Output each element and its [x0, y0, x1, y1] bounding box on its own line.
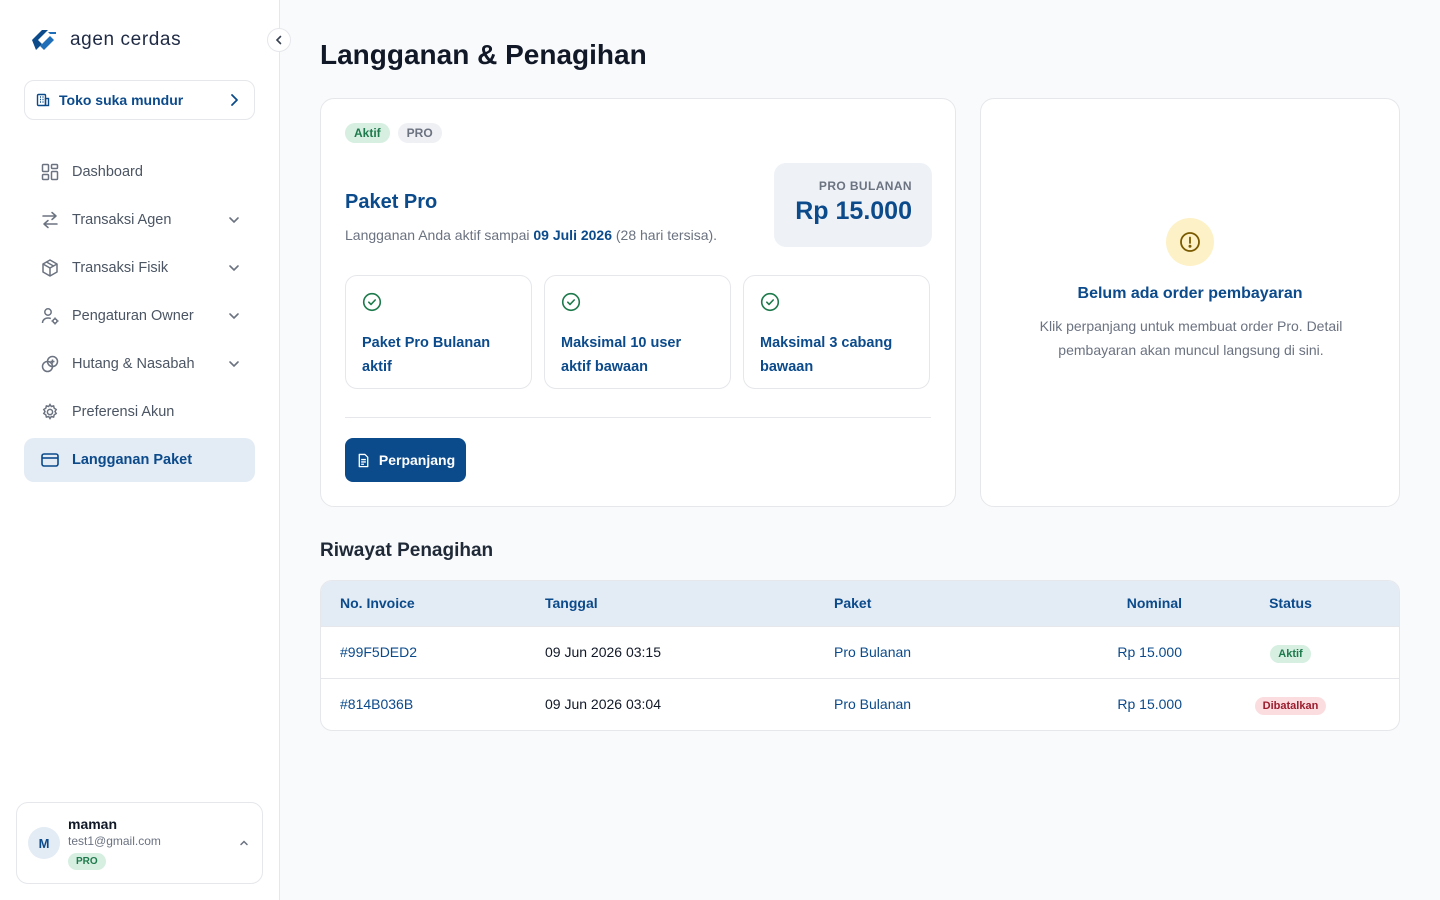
sidebar-item-label: Langganan Paket [72, 452, 193, 468]
user-gear-icon [41, 308, 59, 325]
feature-text: Paket Pro Bulanan aktif [362, 335, 491, 375]
user-name: maman [68, 816, 118, 832]
plan-description: Langganan Anda aktif sampai 09 Juli 2026… [345, 227, 717, 243]
invoice-amount: Rp 15.000 [1042, 677, 1182, 730]
store-selector[interactable]: Toko suka mundur [24, 80, 255, 120]
sidebar-item-pengaturan-owner[interactable]: Pengaturan Owner [24, 294, 255, 338]
brand-logo-icon [32, 30, 56, 50]
user-email: test1@gmail.com [68, 834, 161, 848]
sidebar-item-label: Dashboard [72, 164, 143, 180]
table-row[interactable]: #814B036B 09 Jun 2026 03:04 Pro Bulanan … [321, 677, 1399, 730]
sidebar-item-label: Transaksi Fisik [72, 260, 169, 276]
sidebar-item-label: Preferensi Akun [72, 404, 175, 420]
status-badge: Aktif [345, 123, 390, 143]
renew-button-label: Perpanjang [378, 452, 456, 468]
sidebar-nav: Dashboard Transaksi Agen Transaksi Fisik… [24, 150, 255, 486]
package-link[interactable]: Pro Bulanan [834, 644, 911, 660]
box-icon [42, 259, 58, 277]
gear-icon [42, 403, 58, 420]
billing-history-table: No. Invoice Tanggal Paket Nominal Status… [320, 580, 1400, 731]
user-menu[interactable]: M maman test1@gmail.com PRO [16, 802, 263, 884]
grid-icon [41, 163, 59, 181]
active-until-date: 09 Juli 2026 [533, 227, 612, 243]
check-circle-icon [561, 292, 581, 312]
column-header-package: Paket [834, 581, 1042, 626]
check-circle-icon [362, 292, 382, 312]
brand-name: agen cerdas [70, 29, 182, 50]
avatar: M [28, 827, 60, 859]
plan-desc-prefix: Langganan Anda aktif sampai [345, 227, 534, 243]
sidebar-item-label: Pengaturan Owner [72, 308, 194, 324]
price-value: Rp 15.000 [795, 197, 912, 225]
plan-card: Aktif PRO Paket Pro Langganan Anda aktif… [320, 98, 956, 507]
chevron-down-icon [229, 265, 239, 272]
store-name: Toko suka mundur [59, 92, 184, 108]
coins-icon [41, 355, 59, 373]
sidebar-item-label: Hutang & Nasabah [72, 356, 195, 372]
brand[interactable]: agen cerdas [28, 26, 181, 54]
tier-badge: PRO [397, 123, 442, 143]
invoice-link[interactable]: #99F5DED2 [340, 644, 417, 660]
invoice-date: 09 Jun 2026 03:04 [545, 677, 834, 730]
plan-badges: Aktif PRO [345, 123, 442, 143]
status-badge: Dibatalkan [1254, 697, 1327, 716]
document-icon [358, 453, 369, 467]
chevron-down-icon [229, 313, 239, 320]
table-header-row: No. Invoice Tanggal Paket Nominal Status [321, 581, 1399, 626]
price-label: PRO BULANAN [818, 179, 912, 193]
order-icon-wrap [1166, 218, 1214, 266]
invoice-amount: Rp 15.000 [1042, 625, 1182, 678]
billing-history-title: Riwayat Penagihan [320, 540, 494, 561]
package-link[interactable]: Pro Bulanan [834, 696, 911, 712]
payment-order-card: Belum ada order pembayaran Klik perpanja… [980, 98, 1400, 507]
page-title: Langganan & Penagihan [320, 39, 647, 70]
alert-circle-icon [1180, 232, 1200, 252]
feature-list: Paket Pro Bulanan aktif Maksimal 10 user… [345, 275, 930, 389]
user-plan-badge: PRO [68, 853, 106, 870]
arrows-swap-icon [42, 211, 58, 229]
invoice-link[interactable]: #814B036B [340, 696, 413, 712]
credit-card-icon [41, 453, 59, 467]
chevron-left-icon [275, 35, 282, 45]
price-box: PRO BULANAN Rp 15.000 [774, 163, 932, 247]
column-header-date: Tanggal [545, 581, 834, 626]
feature-card: Maksimal 3 cabang bawaan [743, 275, 930, 389]
sidebar: agen cerdas Toko suka mundur Dashboard T… [0, 0, 280, 900]
main-content: Langganan & Penagihan Aktif PRO Paket Pr… [280, 0, 1440, 900]
plan-desc-suffix: (28 hari tersisa). [612, 227, 718, 243]
sidebar-item-transaksi-fisik[interactable]: Transaksi Fisik [24, 246, 255, 290]
status-badge: Aktif [1270, 645, 1311, 663]
column-header-invoice: No. Invoice [321, 581, 545, 626]
divider [345, 417, 931, 418]
feature-text: Maksimal 10 user aktif bawaan [561, 335, 682, 375]
plan-name: Paket Pro [345, 191, 438, 213]
renew-button[interactable]: Perpanjang [345, 438, 466, 482]
column-header-amount: Nominal [1042, 581, 1182, 626]
sidebar-item-langganan-paket[interactable]: Langganan Paket [24, 438, 255, 482]
sidebar-item-dashboard[interactable]: Dashboard [24, 150, 255, 194]
column-header-status: Status [1182, 581, 1399, 626]
chevron-up-icon [240, 840, 248, 846]
sidebar-item-transaksi-agen[interactable]: Transaksi Agen [24, 198, 255, 242]
sidebar-collapse-button[interactable] [267, 28, 291, 52]
user-info: maman test1@gmail.com PRO [68, 816, 230, 870]
sidebar-item-preferensi-akun[interactable]: Preferensi Akun [24, 390, 255, 434]
chevron-right-icon [231, 94, 238, 106]
feature-card: Maksimal 10 user aktif bawaan [544, 275, 731, 389]
chevron-down-icon [229, 217, 239, 224]
feature-card: Paket Pro Bulanan aktif [345, 275, 532, 389]
invoice-date: 09 Jun 2026 03:15 [545, 625, 834, 678]
sidebar-item-label: Transaksi Agen [72, 212, 172, 228]
feature-text: Maksimal 3 cabang bawaan [760, 335, 893, 375]
building-icon [36, 93, 50, 107]
empty-order-title: Belum ada order pembayaran [1077, 285, 1303, 302]
chevron-down-icon [229, 361, 239, 368]
table-row[interactable]: #99F5DED2 09 Jun 2026 03:15 Pro Bulanan … [321, 625, 1399, 678]
check-circle-icon [760, 292, 780, 312]
empty-order-description: Klik perpanjang untuk membuat order Pro.… [1039, 318, 1343, 358]
sidebar-item-hutang-nasabah[interactable]: Hutang & Nasabah [24, 342, 255, 386]
